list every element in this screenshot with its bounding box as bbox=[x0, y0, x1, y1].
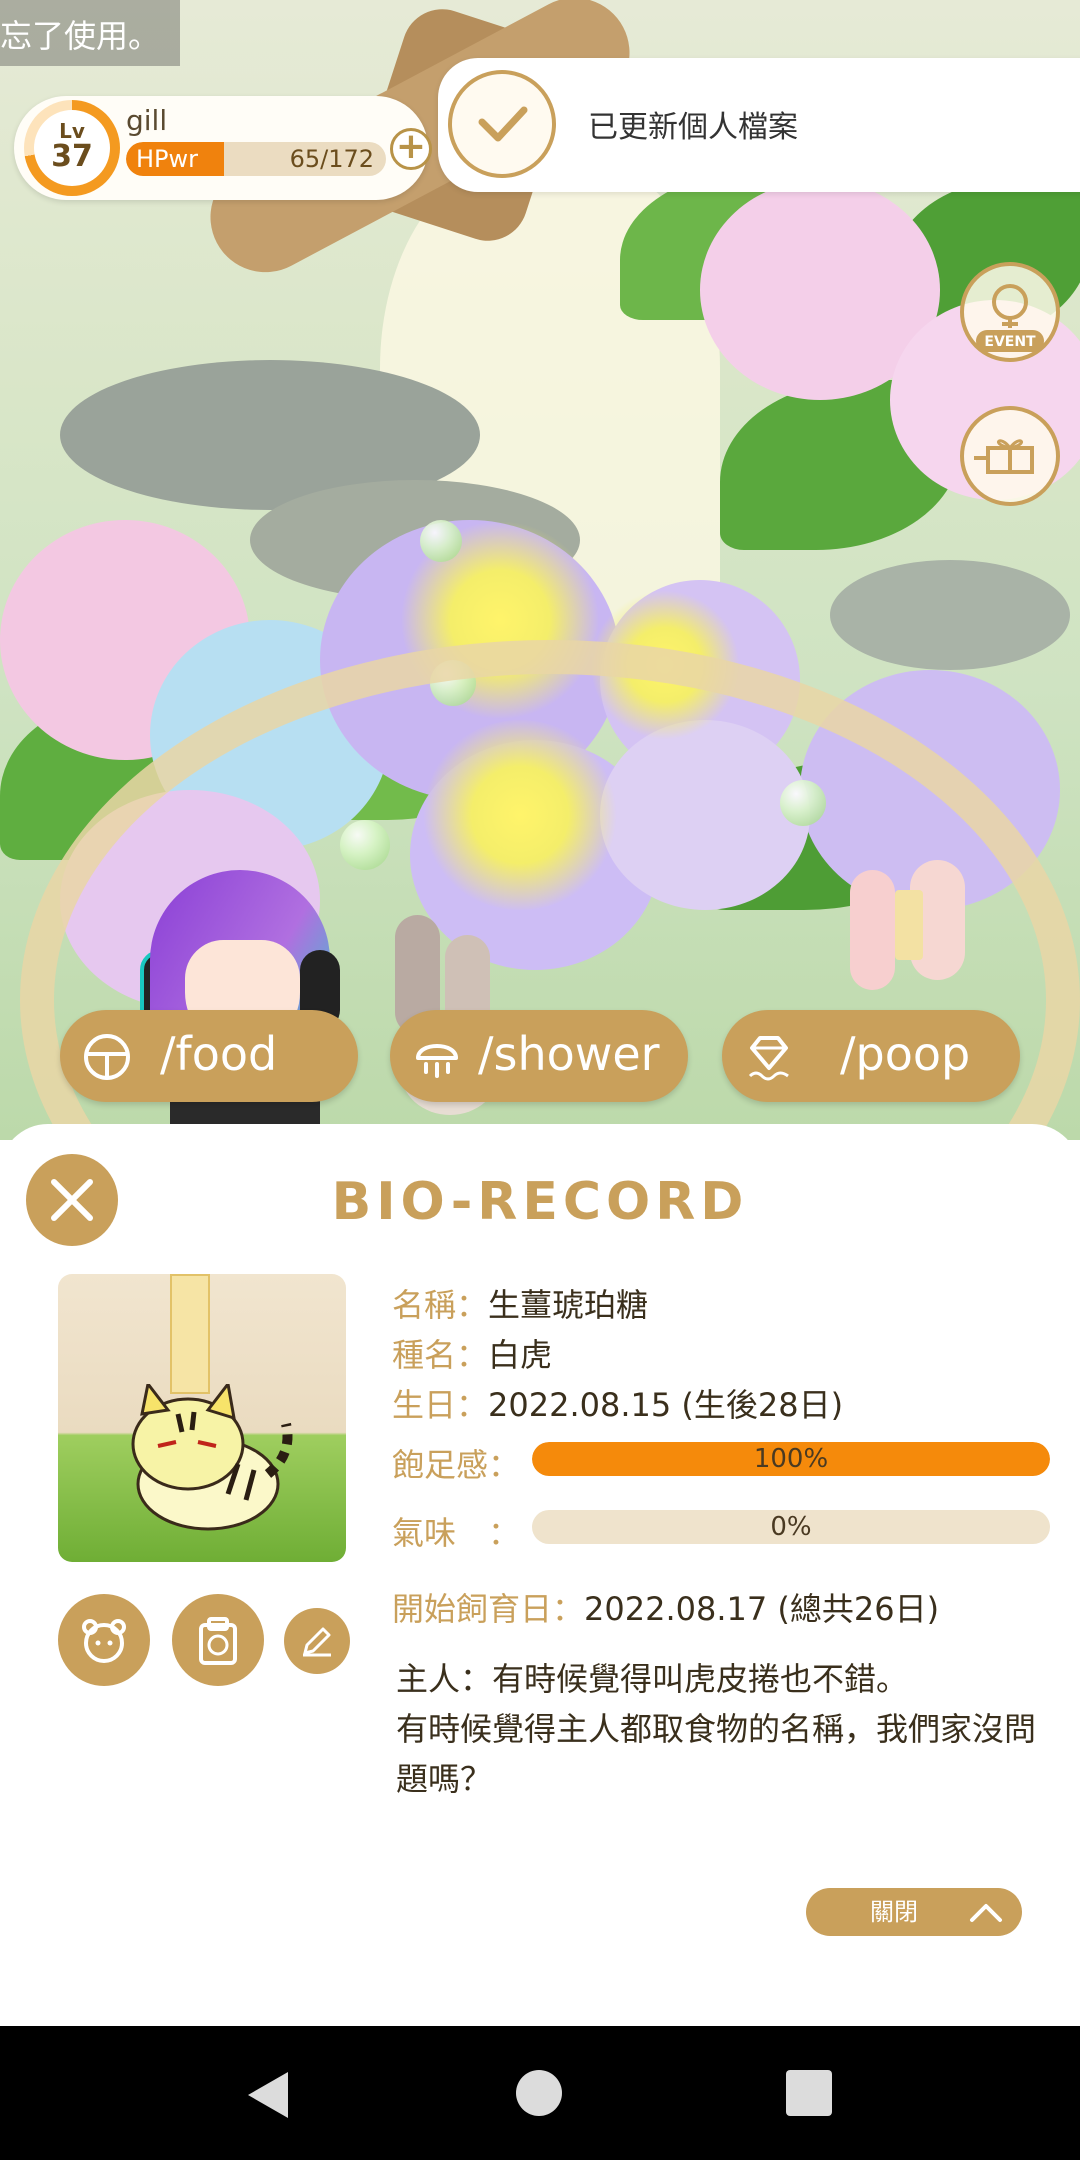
food-label: /food bbox=[160, 1027, 278, 1081]
back-icon[interactable] bbox=[244, 2070, 290, 2120]
hp-label: HPwr bbox=[136, 145, 199, 173]
name-value: 生薑琥珀糖 bbox=[488, 1286, 649, 1324]
banner-message: 已更新個人檔案 bbox=[588, 110, 798, 145]
owner-note: 主人：有時候覺得叫虎皮捲也不錯。 有時候覺得主人都取食物的名稱，我們家沒問題嗎？ bbox=[396, 1654, 1046, 1804]
hp-bar: HPwr 65/172 bbox=[126, 142, 386, 176]
fullness-row: 飽足感： bbox=[392, 1440, 520, 1486]
poop-button[interactable]: /poop bbox=[722, 1010, 1020, 1102]
recent-apps-icon[interactable] bbox=[786, 2070, 832, 2116]
smell-row: 氣味 ： bbox=[392, 1508, 520, 1554]
shower-button[interactable]: /shower bbox=[390, 1010, 688, 1102]
panel-title: BIO-RECORD bbox=[331, 1172, 749, 1232]
collapse-button[interactable]: 關閉 bbox=[806, 1888, 1022, 1936]
pencil-icon bbox=[303, 1627, 331, 1657]
system-nav-bar bbox=[0, 2026, 1080, 2160]
poop-label: /poop bbox=[840, 1027, 971, 1081]
owner-note-line: 主人：有時候覺得叫虎皮捲也不錯。 bbox=[396, 1660, 909, 1698]
smell-label: 氣味 ： bbox=[392, 1514, 521, 1552]
name-label: 名稱： bbox=[392, 1286, 489, 1324]
player-hud[interactable]: Lv 37 gill HPwr 65/172 + bbox=[14, 96, 432, 200]
pet-bag-icon bbox=[199, 1617, 237, 1665]
fullness-value: 100% bbox=[753, 1444, 829, 1474]
bio-record-panel: BIO-RECORD 名稱：生薑琥珀糖 種名：白虎 生日：2022.08.15 … bbox=[0, 1124, 1080, 2026]
level-badge: Lv 37 bbox=[34, 110, 110, 186]
start-date-label: 開始飼育日： bbox=[392, 1590, 585, 1628]
diamond-poop-icon bbox=[748, 1036, 789, 1081]
start-date-value: 2022.08.17 (總共26日) bbox=[584, 1590, 940, 1628]
check-icon bbox=[448, 70, 556, 178]
pet-profile-button[interactable] bbox=[58, 1594, 150, 1686]
bunny-ear bbox=[850, 870, 895, 990]
shower-icon bbox=[416, 1044, 458, 1078]
pet-bag-button[interactable] bbox=[172, 1594, 264, 1686]
species-value: 白虎 bbox=[488, 1336, 553, 1374]
species-row: 種名：白虎 bbox=[392, 1330, 552, 1376]
start-date-row: 開始飼育日：2022.08.17 (總共26日) bbox=[392, 1584, 939, 1630]
food-button[interactable]: /food bbox=[60, 1010, 358, 1102]
edit-button[interactable] bbox=[284, 1608, 350, 1674]
pet-photo bbox=[58, 1274, 346, 1562]
fullness-label: 飽足感： bbox=[392, 1446, 521, 1484]
birthday-label: 生日： bbox=[392, 1386, 489, 1424]
toast-message: 忘了使用。 bbox=[0, 0, 181, 66]
water-drop bbox=[420, 520, 462, 562]
name-row: 名稱：生薑琥珀糖 bbox=[392, 1280, 648, 1326]
shower-label: /shower bbox=[478, 1027, 660, 1081]
species-label: 種名： bbox=[392, 1336, 489, 1374]
birthday-value: 2022.08.15 (生後28日) bbox=[488, 1386, 844, 1424]
anniversary-tag bbox=[895, 890, 923, 960]
gift-button[interactable] bbox=[960, 406, 1060, 506]
home-icon[interactable] bbox=[516, 2070, 562, 2116]
event-button[interactable]: EVENT bbox=[960, 262, 1060, 362]
smell-meter: 0% bbox=[532, 1510, 1050, 1544]
event-label: EVENT bbox=[984, 334, 1036, 350]
food-bowl-icon bbox=[84, 1034, 130, 1080]
pet-face-icon bbox=[82, 1619, 126, 1663]
collapse-label: 關閉 bbox=[870, 1898, 918, 1926]
owner-note-line: 有時候覺得主人都取食物的名稱，我們家沒問題嗎？ bbox=[396, 1710, 1037, 1798]
level-ring: Lv 37 bbox=[24, 100, 120, 196]
white-tiger-pet bbox=[131, 1384, 293, 1531]
fullness-meter: 100% bbox=[532, 1442, 1050, 1476]
player-name: gill bbox=[126, 104, 168, 137]
level-number: 37 bbox=[51, 139, 93, 174]
hp-value: 65/172 bbox=[289, 145, 374, 173]
gift-box-icon bbox=[974, 439, 1034, 474]
anniversary-tag bbox=[170, 1274, 210, 1394]
smell-value: 0% bbox=[770, 1512, 812, 1542]
birthday-row: 生日：2022.08.15 (生後28日) bbox=[392, 1380, 843, 1426]
add-hp-button[interactable]: + bbox=[390, 128, 432, 170]
chevron-up-icon bbox=[970, 1904, 1002, 1922]
profile-updated-banner: 已更新個人檔案 bbox=[438, 58, 1080, 192]
stone bbox=[830, 560, 1070, 670]
